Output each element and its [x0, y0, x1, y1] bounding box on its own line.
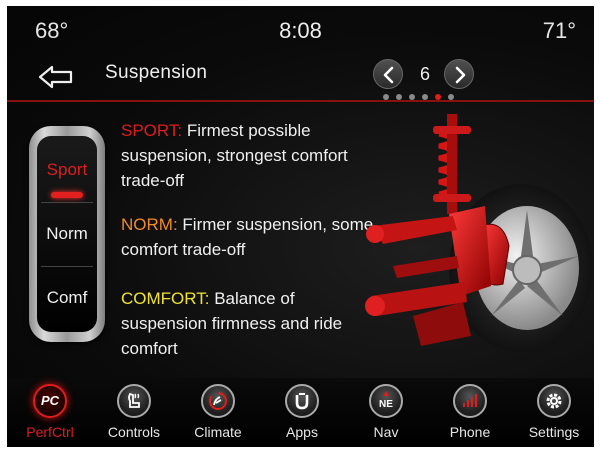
gear-icon	[537, 384, 571, 418]
selected-mode-indicator	[51, 192, 83, 198]
back-button[interactable]	[37, 64, 77, 90]
bottom-dock: PC PerfCtrl Controls Climate Apps NE Nav…	[7, 378, 594, 447]
compass-heading: NE	[379, 399, 393, 410]
outside-temp-right: 71°	[542, 18, 576, 43]
suspension-illustration	[365, 114, 593, 352]
pc-icon: PC	[33, 384, 67, 418]
dock-apps-button[interactable]: Apps	[265, 380, 339, 446]
chevron-left-icon	[383, 66, 394, 84]
climate-icon	[201, 384, 235, 418]
apps-icon	[285, 384, 319, 418]
dock-label: Settings	[528, 424, 580, 440]
dock-label: Climate	[194, 424, 242, 440]
comfort-label: COMFORT:	[121, 289, 210, 308]
dock-controls-button[interactable]: Controls	[97, 380, 171, 446]
norm-description: NORM: Firmer suspension, some comfort tr…	[121, 212, 381, 262]
comfort-description: COMFORT: Balance of suspension firmness …	[121, 286, 381, 361]
dock-label: Phone	[449, 424, 491, 440]
dock-label: Apps	[286, 424, 318, 440]
previous-page-button[interactable]	[373, 59, 403, 89]
compass-icon: NE	[369, 384, 403, 418]
page-title: Suspension	[105, 62, 208, 83]
back-arrow-icon	[38, 65, 73, 89]
dock-nav-button[interactable]: NE Nav	[349, 380, 423, 446]
header-divider	[7, 100, 594, 102]
infotainment-screen: 68° 8:08 71° Suspension 6 Sport Norm Com…	[7, 6, 594, 447]
next-page-button[interactable]	[444, 59, 474, 89]
dock-label: Nav	[373, 424, 399, 440]
suspension-mode-selector: Sport Norm Comf	[29, 126, 105, 342]
phone-signal-icon	[453, 384, 487, 418]
norm-label: NORM:	[121, 215, 178, 234]
mode-selector-inner: Sport Norm Comf	[37, 136, 97, 332]
mode-comf-button[interactable]: Comf	[37, 266, 97, 330]
clock: 8:08	[279, 18, 322, 43]
dock-label: PerfCtrl	[26, 424, 74, 440]
chevron-right-icon	[455, 66, 466, 84]
dock-phone-button[interactable]: Phone	[433, 380, 507, 446]
pager: 6	[373, 58, 477, 90]
dock-climate-button[interactable]: Climate	[181, 380, 255, 446]
dock-perfctrl-button[interactable]: PC PerfCtrl	[13, 380, 87, 446]
mode-norm-button[interactable]: Norm	[37, 202, 97, 266]
dock-label: Controls	[107, 424, 161, 440]
page-number: 6	[419, 64, 430, 84]
seat-heat-icon	[117, 384, 151, 418]
sport-label: SPORT:	[121, 121, 183, 140]
sport-description: SPORT: Firmest possible suspension, stro…	[121, 118, 381, 193]
dock-settings-button[interactable]: Settings	[517, 380, 591, 446]
